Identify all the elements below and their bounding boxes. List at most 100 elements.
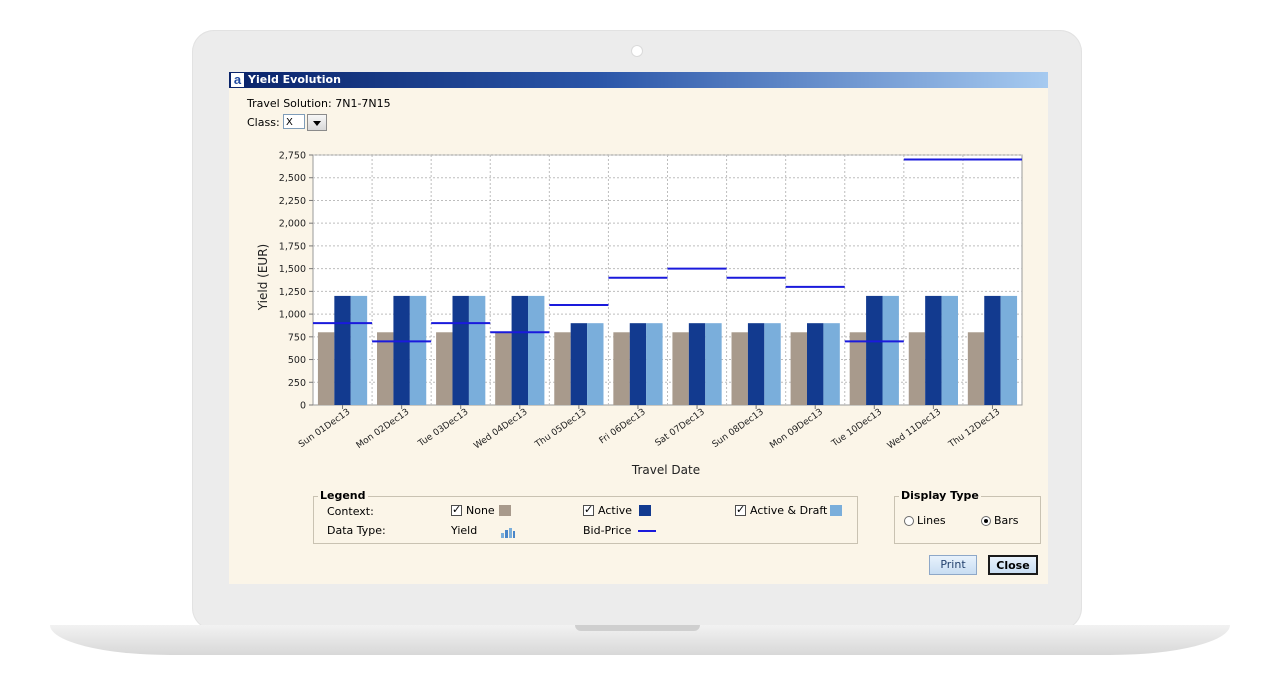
bar-active [629, 323, 647, 405]
webcam-icon [632, 46, 642, 56]
bar-active-draft [882, 295, 899, 405]
bars-radio[interactable] [981, 516, 991, 526]
context-none-swatch [499, 505, 511, 516]
bar-active-draft [823, 323, 840, 405]
chart-y-axis-label: Yield (EUR) [256, 244, 270, 311]
bar-active-draft [646, 323, 663, 405]
y-tick-label: 1,000 [279, 310, 306, 321]
bar-active-draft [468, 295, 486, 405]
x-tick-label: Sun 01Dec13 [297, 407, 352, 450]
bar-active-draft [527, 295, 545, 405]
x-tick-label: Thu 05Dec13 [533, 407, 589, 450]
bar-active [866, 295, 883, 405]
bar-active [688, 323, 706, 405]
class-select-value[interactable]: X [283, 114, 305, 129]
chart-x-axis-label: Travel Date [631, 463, 700, 477]
yield-chart: 0 250 500 750 1,000 1,250 1,500 1,750 2,000 2,250… [256, 151, 1023, 477]
y-tick-label: 1,750 [279, 241, 306, 252]
bar-none [377, 332, 394, 405]
class-label: Class: [247, 116, 280, 129]
close-button[interactable]: Close [988, 555, 1038, 575]
bid-price-line-icon [638, 530, 656, 532]
context-active-swatch [639, 505, 651, 516]
y-tick-label: 1,500 [279, 264, 306, 275]
bar-active [925, 295, 942, 405]
y-tick-label: 250 [288, 378, 306, 389]
x-tick-label: Mon 09Dec13 [768, 407, 825, 451]
x-tick-label: Wed 04Dec13 [472, 407, 529, 451]
bar-none [908, 332, 926, 405]
bar-none [849, 332, 867, 405]
print-button[interactable]: Print [929, 555, 977, 575]
yield-label: Yield [451, 524, 478, 537]
x-tick-label: Tue 03Dec13 [416, 407, 471, 449]
travel-solution-value: 7N1-7N15 [335, 97, 391, 110]
travel-solution-key: Travel Solution: [247, 97, 332, 110]
data-type-label: Data Type: [327, 524, 386, 537]
bar-none [672, 332, 689, 405]
bar-active [570, 323, 588, 405]
display-type-title: Display Type [899, 489, 981, 502]
bar-active [393, 295, 410, 405]
class-dropdown-button[interactable] [307, 114, 327, 131]
y-tick-label: 2,750 [279, 151, 306, 162]
x-tick-label: Tue 10Dec13 [829, 407, 884, 449]
y-tick-label: 2,250 [279, 196, 306, 207]
y-tick-label: 500 [288, 355, 306, 366]
bid-price-label: Bid-Price [583, 524, 632, 537]
y-tick-label: 2,500 [279, 173, 306, 184]
bar-active-draft [1000, 295, 1018, 405]
context-active-draft-label: Active & Draft [750, 504, 828, 517]
application-window: a Yield Evolution Travel Solution: 7N1-7… [229, 72, 1048, 584]
bars-radio-label: Bars [994, 514, 1019, 527]
context-none-checkbox[interactable] [451, 503, 462, 516]
bar-active-draft [764, 323, 781, 405]
bar-active-draft [409, 295, 427, 405]
laptop-notch [575, 625, 700, 631]
x-tick-label: Sat 07Dec13 [654, 407, 707, 448]
y-tick-label: 1,250 [279, 287, 306, 298]
bar-none [967, 332, 985, 405]
lines-radio-label: Lines [917, 514, 946, 527]
bar-none [554, 332, 571, 405]
context-active-checkbox[interactable] [583, 503, 594, 516]
bar-active-draft [941, 295, 958, 405]
window-title: Yield Evolution [248, 73, 341, 86]
context-active-label: Active [598, 504, 633, 517]
bar-active [452, 295, 469, 405]
x-tick-label: Sun 08Dec13 [711, 407, 766, 450]
app-logo-icon: a [231, 73, 244, 87]
context-none-label: None [466, 504, 495, 517]
y-tick-label: 2,000 [279, 219, 306, 230]
bar-active [511, 295, 528, 405]
y-tick-label: 750 [288, 332, 306, 343]
lines-radio[interactable] [904, 516, 914, 526]
bar-active-draft [350, 295, 368, 405]
bar-none [613, 332, 630, 405]
bar-none [317, 332, 335, 405]
bar-active [334, 295, 351, 405]
legend-panel: Legend Context: None Active Active & Dra… [313, 489, 858, 544]
bar-chart-icon [501, 525, 515, 538]
display-type-panel: Display Type Lines Bars [894, 489, 1041, 544]
bar-none [731, 332, 748, 405]
bar-active [747, 323, 765, 405]
bar-none [790, 332, 808, 405]
bar-active [807, 323, 824, 405]
travel-solution-label: Travel Solution: 7N1-7N15 [247, 97, 391, 110]
bar-none [495, 332, 512, 405]
bar-active-draft [705, 323, 722, 405]
y-tick-label: 0 [300, 401, 306, 412]
window-titlebar[interactable]: a Yield Evolution [229, 72, 1048, 88]
bar-active-draft [587, 323, 604, 405]
context-label: Context: [327, 505, 374, 518]
bar-active [984, 295, 1001, 405]
context-active-draft-swatch [830, 505, 842, 516]
x-tick-label: Mon 02Dec13 [355, 407, 412, 451]
context-active-draft-checkbox[interactable] [735, 503, 746, 516]
x-tick-label: Fri 06Dec13 [598, 407, 648, 446]
x-tick-label: Thu 12Dec13 [946, 407, 1002, 450]
x-tick-label: Wed 11Dec13 [886, 407, 943, 451]
bar-none [436, 332, 453, 405]
legend-title: Legend [318, 489, 368, 502]
